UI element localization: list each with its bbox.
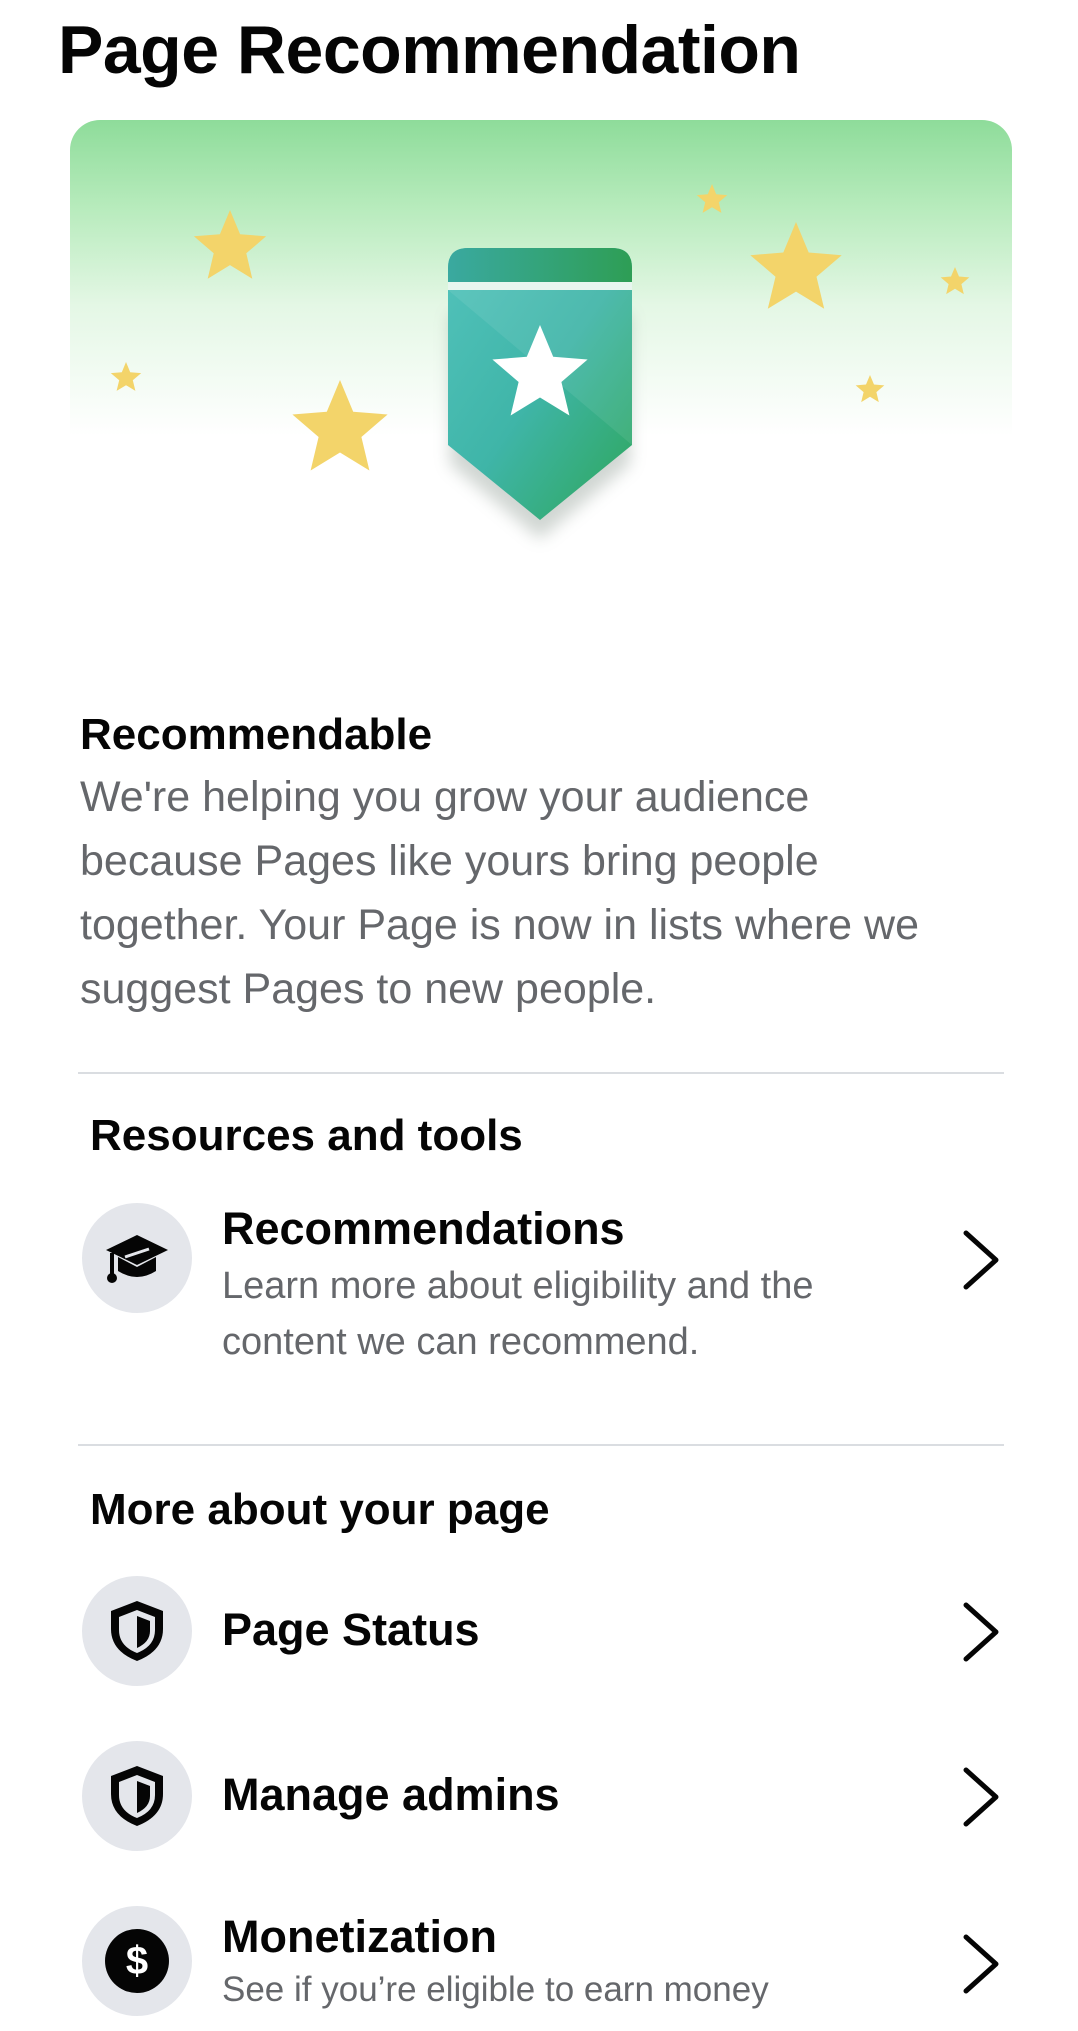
page-status-title: Page Status xyxy=(222,1604,480,1655)
divider xyxy=(78,1444,1004,1446)
recommendable-heading: Recommendable xyxy=(80,710,433,759)
recommendable-description: We're helping you grow your audience bec… xyxy=(80,773,920,1013)
badge-stripe xyxy=(448,282,632,290)
svg-text:$: $ xyxy=(126,1939,148,1983)
monetization-row[interactable]: $ Monetization See if you’re eligible to… xyxy=(82,1906,1012,2018)
shield-icon xyxy=(82,1741,192,1851)
star-badge-illustration xyxy=(110,184,970,539)
recommendations-subtitle: Learn more about eligibility and the con… xyxy=(222,1265,814,1363)
recommendations-row[interactable]: Recommendations Learn more about eligibi… xyxy=(82,1200,1012,1375)
monetization-title: Monetization xyxy=(222,1911,497,1962)
chevron-right-icon xyxy=(963,1230,999,1290)
hero-illustration xyxy=(70,120,1012,665)
dollar-icon: $ xyxy=(82,1906,192,2016)
more-section-title: More about your page xyxy=(90,1485,550,1534)
star-icon xyxy=(292,380,388,471)
badge-top-band xyxy=(448,248,632,282)
page-status-row[interactable]: Page Status xyxy=(82,1576,1012,1688)
monetization-subtitle: See if you’re eligible to earn money xyxy=(222,1970,769,2009)
page-title: Page Recommendation xyxy=(58,12,801,88)
star-icon xyxy=(940,267,970,295)
star-icon xyxy=(110,362,142,391)
star-icon xyxy=(193,210,267,279)
star-icon xyxy=(855,375,885,403)
manage-admins-title: Manage admins xyxy=(222,1769,560,1820)
chevron-right-icon xyxy=(963,1767,999,1827)
star-icon xyxy=(750,222,842,309)
manage-admins-row[interactable]: Manage admins xyxy=(82,1741,1012,1853)
divider xyxy=(78,1072,1004,1074)
resources-section-title: Resources and tools xyxy=(90,1111,523,1160)
chevron-right-icon xyxy=(963,1602,999,1662)
shield-icon xyxy=(82,1576,192,1686)
graduation-cap-icon xyxy=(82,1203,192,1313)
star-icon xyxy=(696,184,728,213)
recommendable-section: Recommendable We're helping you grow you… xyxy=(80,705,980,1021)
recommendations-title: Recommendations xyxy=(222,1203,625,1254)
chevron-right-icon xyxy=(963,1934,999,1994)
